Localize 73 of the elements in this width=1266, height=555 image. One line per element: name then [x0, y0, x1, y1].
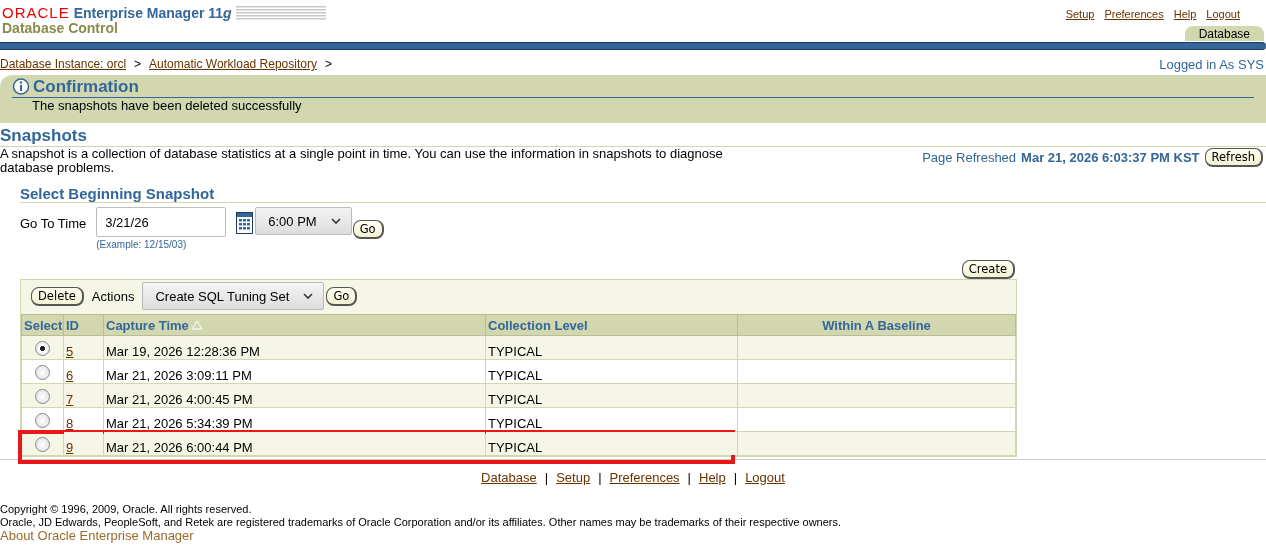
refreshed-time: Mar 21, 2026 6:03:37 PM KST: [1021, 150, 1200, 165]
column-header[interactable]: Within A Baseline: [737, 314, 1016, 336]
delete-button[interactable]: Delete: [31, 286, 84, 306]
chevron-icon: [330, 218, 341, 224]
actions-label: Actions: [91, 288, 135, 304]
go-button[interactable]: Go: [326, 286, 358, 306]
info-icon: [12, 78, 30, 96]
footer-separator: |: [687, 470, 691, 485]
refresh-button[interactable]: Refresh: [1204, 148, 1263, 167]
column-header[interactable]: Collection Level: [485, 314, 738, 336]
go-button[interactable]: Go: [352, 220, 384, 239]
table-cell: TYPICAL: [485, 383, 738, 408]
table-cell: Mar 21, 2026 6:00:44 PM: [103, 431, 486, 456]
product-name: Enterprise Manager 11g: [73, 4, 232, 21]
row-radio[interactable]: [35, 389, 50, 404]
snapshot-id-link[interactable]: 7: [66, 392, 74, 407]
footer-link[interactable]: Logout: [745, 470, 785, 485]
calendar-icon[interactable]: [236, 212, 254, 234]
go-to-time-label: Go To Time: [20, 216, 87, 231]
table-cell: Mar 21, 2026 4:00:45 PM: [103, 383, 486, 408]
table-cell: TYPICAL: [485, 359, 738, 384]
column-header[interactable]: Capture Time: [103, 314, 486, 336]
logged-in-user: Logged in As SYS: [1159, 57, 1264, 71]
table-cell: Mar 21, 2026 5:34:39 PM: [103, 407, 486, 432]
table-cell: TYPICAL: [485, 335, 738, 360]
snapshot-id-link[interactable]: 9: [66, 440, 74, 455]
breadcrumb-link[interactable]: Automatic Workload Repository: [149, 57, 317, 71]
confirmation-message: The snapshots have been deleted successfully: [31, 98, 303, 113]
create-button[interactable]: Create: [961, 260, 1015, 279]
chevron-icon: [303, 293, 314, 299]
row-radio[interactable]: [35, 341, 50, 356]
product-subtitle: Database Control: [2, 20, 118, 36]
row-radio[interactable]: [35, 413, 50, 428]
footer-link[interactable]: Database: [481, 470, 537, 485]
section-title: Select Beginning Snapshot: [20, 185, 1266, 203]
table-cell: TYPICAL: [485, 407, 738, 432]
time-dropdown[interactable]: 6:00 PM: [255, 207, 352, 235]
table-cell: TYPICAL: [485, 431, 738, 456]
database-tab[interactable]: Database: [1184, 26, 1264, 41]
footer-link[interactable]: Preferences: [609, 470, 680, 485]
footer-link[interactable]: Setup: [556, 470, 591, 485]
oracle-logo: ORACLE: [2, 4, 70, 21]
stripes-icon: [235, 5, 326, 20]
about-link[interactable]: About Oracle Enterprise Manager: [0, 528, 194, 543]
breadcrumb-link[interactable]: Database Instance: orcl: [0, 57, 127, 71]
actions-dropdown[interactable]: Create SQL Tuning Set: [142, 282, 325, 310]
footer-separator: |: [598, 470, 602, 485]
footer-separator: |: [733, 470, 738, 485]
copyright-text: Copyright © 1996, 2009, Oracle. All rights reserved.: [0, 503, 253, 516]
table-cell: Mar 19, 2026 12:28:36 PM: [103, 335, 486, 360]
footer-link[interactable]: Help: [699, 470, 726, 485]
page-title: Snapshots: [0, 126, 1266, 147]
global-link[interactable]: Preferences: [1104, 8, 1164, 20]
column-header[interactable]: Select: [21, 314, 64, 336]
global-link[interactable]: Logout: [1206, 8, 1240, 20]
global-link[interactable]: Help: [1173, 8, 1197, 20]
copyright-text: Oracle, JD Edwards, PeopleSoft, and Retek are registered trademarks of Oracle Corporation and/or its affiliates. Other names may be trademarks of their respective owners.: [0, 516, 843, 529]
footer-separator: |: [544, 470, 549, 485]
snapshot-id-link[interactable]: 8: [66, 416, 74, 431]
page-description: A snapshot is a collection of database statistics at a single point in time. You can use the information in snapshots to diagnose database problems.: [0, 147, 724, 175]
refreshed-label: Page Refreshed: [922, 150, 1017, 165]
table-cell: Mar 21, 2026 3:09:11 PM: [103, 359, 486, 384]
row-radio[interactable]: [35, 365, 50, 380]
date-field[interactable]: 3/21/26: [96, 207, 227, 237]
date-example: (Example: 12/15/03): [96, 239, 188, 250]
global-link[interactable]: Setup: [1065, 8, 1095, 20]
confirmation-title: Confirmation: [33, 77, 139, 97]
snapshot-id-link[interactable]: 5: [66, 344, 74, 359]
breadcrumb-separator: >: [134, 57, 142, 71]
row-radio[interactable]: [35, 437, 50, 452]
snapshot-id-link[interactable]: 6: [66, 368, 74, 383]
breadcrumb-separator: >: [324, 57, 332, 71]
column-header[interactable]: ID: [63, 314, 104, 336]
